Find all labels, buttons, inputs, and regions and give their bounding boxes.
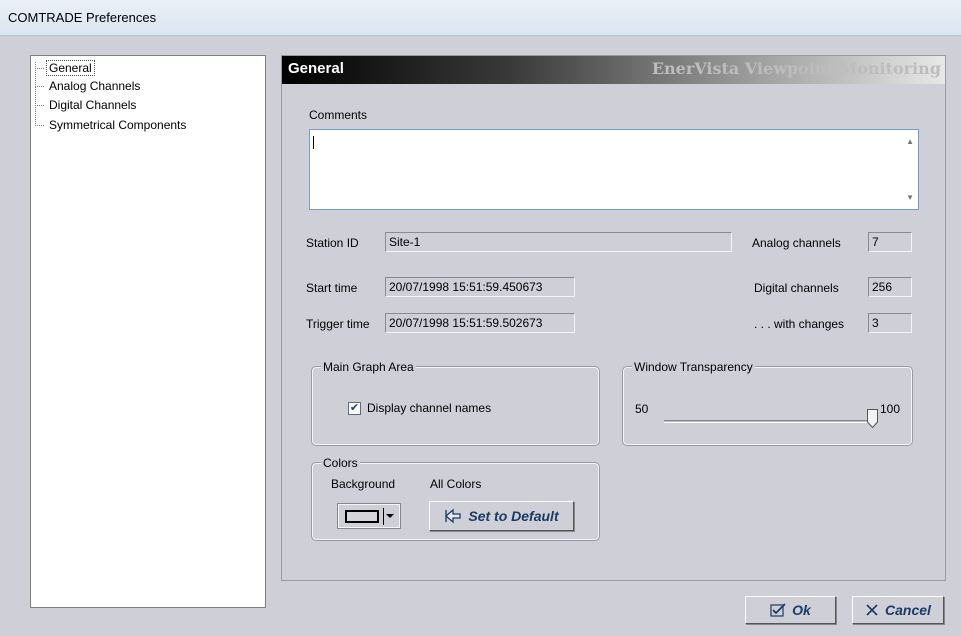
trigger-time-field[interactable]: 20/07/1998 15:51:59.502673 — [385, 313, 575, 333]
tree-item-label: Digital Channels — [49, 98, 137, 112]
panel-title: General — [288, 60, 344, 77]
main-graph-group: Main Graph Area ✔ Display channel names — [311, 360, 600, 446]
background-label: Background — [331, 477, 396, 491]
trigger-time-label: Trigger time — [306, 317, 370, 331]
changes-label: . . . with changes — [754, 317, 845, 331]
check-mark-icon — [770, 603, 786, 617]
chevron-down-icon — [383, 508, 395, 525]
arrow-back-icon — [445, 508, 462, 524]
main-graph-legend: Main Graph Area — [321, 360, 416, 374]
station-id-label: Station ID — [306, 236, 359, 250]
display-names-checkbox[interactable]: ✔ — [348, 402, 361, 415]
comments-scrollbar[interactable]: ▲ ▼ — [902, 130, 918, 209]
title-bar: COMTRADE Preferences — [0, 0, 961, 36]
start-time-field[interactable]: 20/07/1998 15:51:59.450673 — [385, 277, 575, 297]
check-icon: ✔ — [349, 402, 360, 414]
cancel-button[interactable]: Cancel — [852, 596, 944, 624]
tree-item-label: Symmetrical Components — [49, 118, 187, 132]
window-title: COMTRADE Preferences — [8, 10, 157, 25]
transparency-legend: Window Transparency — [632, 360, 755, 374]
text-caret — [313, 136, 314, 149]
start-time-label: Start time — [306, 281, 358, 295]
background-color-picker[interactable] — [337, 503, 401, 529]
ok-label: Ok — [792, 602, 811, 618]
all-colors-label: All Colors — [430, 477, 482, 491]
digital-channels-field[interactable]: 256 — [868, 277, 912, 297]
tree-branch-line — [35, 68, 44, 87]
digital-channels-label: Digital channels — [754, 281, 839, 295]
tree-branch-line — [35, 107, 44, 126]
set-to-default-button[interactable]: Set to Default — [429, 501, 574, 531]
preferences-tree[interactable]: General Analog Channels Digital Channels… — [30, 55, 266, 608]
set-to-default-label: Set to Default — [468, 508, 559, 524]
comments-textarea[interactable]: ▲ ▼ — [309, 129, 919, 210]
analog-channels-label: Analog channels — [752, 236, 841, 250]
color-swatch — [345, 510, 379, 523]
tree-item-label: Analog Channels — [49, 79, 141, 93]
transparency-slider-track[interactable] — [664, 420, 872, 423]
scroll-up-icon[interactable]: ▲ — [906, 137, 914, 146]
panel-banner: General EnerVista Viewpoint Monitoring — [282, 56, 945, 84]
general-panel: General EnerVista Viewpoint Monitoring C… — [281, 55, 946, 581]
window-transparency-group: Window Transparency 50 100 — [622, 360, 913, 446]
display-names-label[interactable]: Display channel names — [367, 401, 491, 415]
scroll-down-icon[interactable]: ▼ — [906, 193, 914, 202]
analog-channels-field[interactable]: 7 — [868, 232, 912, 252]
ok-button[interactable]: Ok — [745, 596, 836, 624]
changes-field[interactable]: 3 — [868, 313, 912, 333]
colors-legend: Colors — [321, 456, 360, 470]
colors-group: Colors Background All Colors Set to Defa… — [311, 456, 600, 541]
transparency-slider-thumb[interactable] — [867, 409, 878, 429]
tree-item-label: General — [46, 60, 95, 76]
close-icon — [866, 604, 878, 616]
transparency-min-label: 50 — [635, 402, 649, 416]
comments-label: Comments — [309, 108, 368, 122]
station-id-field[interactable]: Site-1 — [385, 232, 732, 252]
tree-branch-line — [35, 87, 44, 106]
brand-logo-text: EnerVista Viewpoint Monitoring — [651, 59, 941, 78]
cancel-label: Cancel — [885, 602, 931, 618]
transparency-max-label: 100 — [880, 402, 901, 416]
